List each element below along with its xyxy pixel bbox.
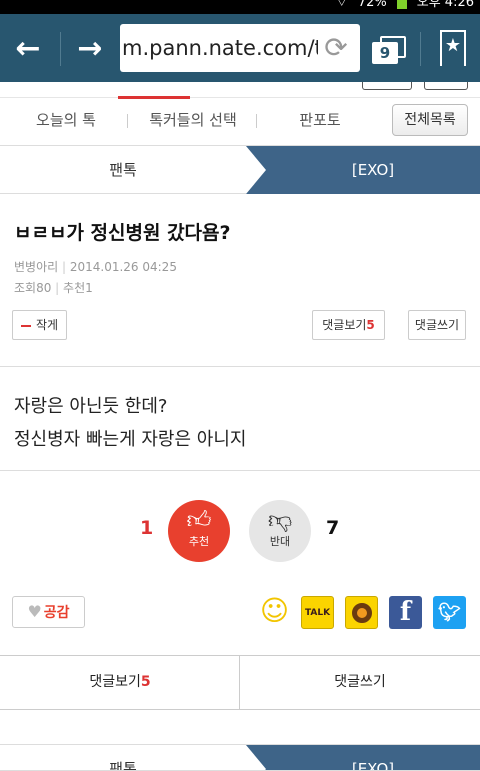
recommend-button[interactable]: 👍︎ 추천 (168, 500, 230, 562)
divider (0, 470, 480, 471)
comment-count: 5 (366, 318, 375, 332)
write-comment-button[interactable]: 댓글쓰기 (408, 310, 466, 340)
toolbar-divider (420, 32, 421, 66)
breadcrumb-arrow (246, 745, 266, 770)
kakaotalk-share-icon[interactable]: TALK (301, 596, 334, 629)
thumbs-up-icon: 👍︎ (186, 506, 212, 534)
back-button[interactable]: ← (8, 26, 48, 70)
clock: 오후 4:26 (416, 0, 474, 10)
oppose-button[interactable]: 👎︎ 반대 (249, 500, 311, 562)
post-stats: 조회80 | 추천1 (14, 281, 93, 295)
url-bar[interactable]: m.pann.nate.com/talk ⟳ (120, 24, 360, 72)
footer-breadcrumb: 팬톡 [EXO] (0, 744, 480, 771)
bookmark-icon[interactable]: ★ (440, 30, 466, 72)
facebook-share-icon[interactable]: f (389, 596, 422, 629)
arrow-right-icon: → (77, 30, 103, 66)
post-body-line: 정신병자 빠는게 자랑은 아니지 (14, 429, 247, 450)
post-date: 2014.01.26 04:25 (69, 260, 177, 274)
comments-view-label: 댓글보기 (89, 674, 141, 690)
browser-toolbar: ← → m.pann.nate.com/talk ⟳ 9 ★ (0, 14, 480, 82)
menu-item-pann-photo[interactable]: 판포토 (280, 100, 360, 140)
view-comments-button[interactable]: 댓글보기5 (312, 310, 385, 340)
tab-count: 9 (372, 42, 398, 64)
post-title: ㅂㄹㅂ가 정신병원 갔다욤? (14, 222, 231, 244)
footer-breadcrumb-fantalk[interactable]: 팬톡 (0, 745, 246, 770)
forward-button[interactable]: → (70, 26, 110, 70)
thumbs-down-icon: 👎︎ (267, 506, 293, 534)
breadcrumb-fantalk[interactable]: 팬톡 (0, 146, 246, 194)
tabs-button[interactable]: 9 (372, 36, 406, 64)
breadcrumb-exo[interactable]: [EXO] (246, 146, 480, 194)
header-button-edge (424, 82, 468, 90)
toolbar-divider (60, 32, 61, 66)
kakaostory-share-icon[interactable] (345, 596, 378, 629)
empathy-button[interactable]: ♥ 공감 (12, 596, 85, 628)
battery-icon (396, 0, 407, 9)
oppose-label: 반대 (269, 535, 291, 548)
header-button-edge (362, 82, 412, 90)
recommend-count: 1 (140, 517, 154, 539)
twitter-share-icon[interactable]: 🐦︎ (433, 596, 466, 629)
empathy-label: 공감 (43, 605, 70, 621)
battery-level: 72% (357, 0, 387, 10)
breadcrumb-arrow (246, 146, 266, 194)
oppose-count: 7 (326, 517, 340, 539)
comments-count: 5 (140, 674, 151, 690)
view-comments-label: 댓글보기 (322, 318, 367, 332)
menu-divider (256, 114, 257, 128)
post-body-line: 자랑은 아닌듯 한데? (14, 396, 168, 417)
url-text[interactable]: m.pann.nate.com/talk (122, 24, 318, 72)
menu-divider (127, 114, 128, 128)
reload-icon[interactable]: ⟳ (320, 32, 352, 64)
comments-write-button[interactable]: 댓글쓰기 (240, 656, 480, 709)
breadcrumb: 팬톡 [EXO] (0, 146, 480, 194)
wifi-icon: ⌔ (335, 0, 348, 10)
post-meta: 변병아리 | 2014.01.26 04:25 (14, 260, 177, 274)
font-size-small-label: 작게 (35, 318, 59, 332)
post-author[interactable]: 변병아리 (14, 260, 58, 274)
kakaostory-ring-icon (351, 603, 372, 623)
arrow-left-icon: ← (15, 30, 41, 66)
menu-item-today-talk[interactable]: 오늘의 톡 (18, 100, 114, 140)
category-menu: 오늘의 톡 톡커들의 선택 판포토 전체목록 (0, 100, 480, 146)
menu-item-talkers-choice[interactable]: 톡커들의 선택 (138, 100, 248, 140)
comments-bar: 댓글보기5 댓글쓰기 (0, 655, 480, 710)
recommend-label: 추천 (188, 535, 210, 548)
emoticon-share-icon[interactable]: ☺ (258, 594, 291, 627)
divider (0, 366, 480, 367)
footer-breadcrumb-exo[interactable]: [EXO] (246, 745, 480, 770)
minus-icon (20, 324, 31, 327)
heart-icon: ♥ (27, 602, 42, 621)
post-views: 조회80 (14, 281, 52, 295)
active-nav-indicator (118, 96, 190, 99)
post-recommends: 추천1 (63, 281, 93, 295)
kakaotalk-label: TALK (304, 608, 331, 618)
font-size-small-button[interactable]: 작게 (12, 310, 67, 340)
comments-view-button[interactable]: 댓글보기5 (0, 656, 240, 709)
status-bar: ⌔ 72% 오후 4:26 (0, 0, 480, 14)
full-list-button[interactable]: 전체목록 (392, 104, 468, 136)
